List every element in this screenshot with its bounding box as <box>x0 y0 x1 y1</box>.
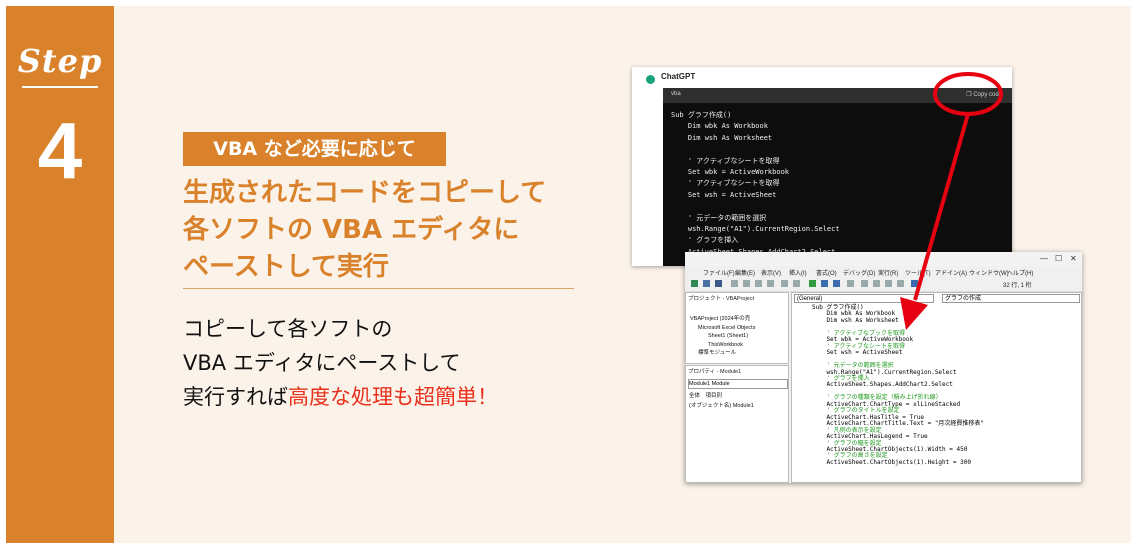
menu-edit[interactable]: 編集(E) <box>735 268 755 277</box>
copy-code-label: Copy code <box>973 92 1002 98</box>
object-combo[interactable]: (General) <box>794 294 934 303</box>
copy-code-button[interactable]: ❐ Copy code <box>966 91 1002 98</box>
design-mode-icon[interactable] <box>847 280 854 287</box>
vbe-titlebar: — ☐ ✕ <box>685 252 1082 266</box>
properties-icon[interactable] <box>873 280 880 287</box>
body-line-2: VBA エディタにペーストして <box>183 351 461 375</box>
chatgpt-title: ChatGPT <box>661 72 696 81</box>
body-line-3: 実行すれば高度な処理も超簡単！ <box>183 380 603 414</box>
close-icon[interactable]: ✕ <box>1070 254 1077 263</box>
insert-icon[interactable] <box>703 280 710 287</box>
step-sidebar: Step 4 <box>6 6 114 543</box>
property-value: Module1 <box>732 403 754 409</box>
chatgpt-logo-icon <box>646 75 655 84</box>
tree-item-sheet1[interactable]: Sheet1 (Sheet1) <box>690 332 755 341</box>
section-tag: VBA など必要に応じて <box>183 132 446 166</box>
toolbox-icon[interactable] <box>897 280 904 287</box>
code-lines: Sub グラフ作成() Dim wbk As Workbook Dim wsh … <box>671 110 840 258</box>
heading-line-2: 各ソフトの VBA エディタに <box>183 215 520 245</box>
code-line: wsh.Range("A1").CurrentRegion.Select <box>671 225 840 234</box>
code-line: ' アクティブなシートを取得 <box>671 179 780 188</box>
tree-item-modules[interactable]: 標準モジュール <box>690 349 755 358</box>
body-line-3-prefix: 実行すれば <box>183 385 288 409</box>
menu-window[interactable]: ウィンドウ(W) <box>969 268 1009 277</box>
excel-icon[interactable] <box>691 280 698 287</box>
menu-run[interactable]: 実行(R) <box>878 268 898 277</box>
body-line-1: コピーして各ソフトの <box>183 317 393 341</box>
code-line: ' アクティブなシートを取得 <box>671 156 780 165</box>
body-text: コピーして各ソフトの VBA エディタにペーストして 実行すれば高度な処理も超簡… <box>183 312 603 414</box>
code-line: Set wbk = ActiveWorkbook <box>671 168 790 177</box>
menu-format[interactable]: 書式(O) <box>816 268 837 277</box>
heading-line-1: 生成されたコードをコピーして <box>183 178 547 208</box>
properties-tabs: 全体 項目別 <box>689 391 722 399</box>
tree-item-project[interactable]: VBAProject (2024年の売 <box>690 315 755 324</box>
tab-categorized[interactable]: 項目別 <box>706 393 723 399</box>
code-line: Sub グラフ作成() <box>671 111 732 119</box>
code-line: Dim wsh As Worksheet <box>671 133 773 142</box>
property-key: (オブジェクト名) <box>689 403 732 409</box>
heading-divider <box>183 288 574 289</box>
code-block: vba ❐ Copy code Sub グラフ作成() Dim wbk As W… <box>663 88 1012 266</box>
tree-item-excel-objects[interactable]: Microsoft Excel Objects <box>690 324 755 333</box>
menu-tools[interactable]: ツール(T) <box>905 268 931 277</box>
vba-editor-window: — ☐ ✕ ファイル(F) 編集(E) 表示(V) 挿入(I) 書式(O) デバ… <box>685 252 1082 483</box>
code-editor-lines[interactable]: Sub グラフ作成() Dim wbk As Workbook Dim wsh … <box>812 304 984 466</box>
minimize-icon[interactable]: — <box>1040 254 1048 263</box>
object-browser-icon[interactable] <box>885 280 892 287</box>
properties-window: プロパティ - Module1 Module1 Module 全体 項目別 (オ… <box>685 365 789 483</box>
code-line: ' グラフを挿入 <box>671 236 739 245</box>
step-label: Step <box>17 42 103 80</box>
run-icon[interactable] <box>809 280 816 287</box>
paste-icon[interactable] <box>755 280 762 287</box>
stop-icon[interactable] <box>833 280 840 287</box>
menu-help[interactable]: ヘルプ(H) <box>1007 268 1033 277</box>
menu-addins[interactable]: アドイン(A) <box>935 268 967 277</box>
undo-icon[interactable] <box>781 280 788 287</box>
heading-line-3: ペーストして実行 <box>183 252 389 282</box>
code-line: ActiveSheet.ChartObjects(1).Height = 300 <box>812 458 971 466</box>
code-line: ' 元データの範囲を選択 <box>671 213 767 222</box>
project-tree: VBAProject (2024年の売 Microsoft Excel Obje… <box>690 315 755 358</box>
code-block-header: vba ❐ Copy code <box>663 88 1012 103</box>
help-icon[interactable] <box>911 280 918 287</box>
maximize-icon[interactable]: ☐ <box>1055 254 1062 263</box>
step-number: 4 <box>37 106 83 195</box>
menu-view[interactable]: 表示(V) <box>761 268 781 277</box>
code-window[interactable]: (General) グラフの作成 Sub グラフ作成() Dim wbk As … <box>791 292 1082 483</box>
code-line: Set wsh = ActiveSheet <box>671 190 777 199</box>
pause-icon[interactable] <box>821 280 828 287</box>
save-icon[interactable] <box>715 280 722 287</box>
procedure-combo[interactable]: グラフの作成 <box>942 294 1080 303</box>
menu-insert[interactable]: 挿入(I) <box>789 268 807 277</box>
project-explorer-icon[interactable] <box>861 280 868 287</box>
tree-item-thisworkbook[interactable]: ThisWorkbook <box>690 341 755 350</box>
cut-icon[interactable] <box>731 280 738 287</box>
menu-file[interactable]: ファイル(F) <box>703 268 735 277</box>
project-explorer: プロジェクト - VBAProject VBAProject (2024年の売 … <box>685 292 789 364</box>
code-line: Dim wbk As Workbook <box>671 122 768 131</box>
body-highlight: 高度な処理も超簡単！ <box>288 385 498 409</box>
properties-object-select[interactable]: Module1 Module <box>688 379 788 389</box>
properties-title: プロパティ - Module1 <box>688 369 742 375</box>
vbe-menubar: ファイル(F) 編集(E) 表示(V) 挿入(I) 書式(O) デバッグ(D) … <box>685 266 1082 278</box>
tab-alphabetic[interactable]: 全体 <box>689 393 700 399</box>
redo-icon[interactable] <box>793 280 800 287</box>
cursor-position: 32 行, 1 桁 <box>1003 283 1032 289</box>
step-divider <box>22 86 98 88</box>
find-icon[interactable] <box>767 280 774 287</box>
menu-debug[interactable]: デバッグ(D) <box>843 268 875 277</box>
copy-icon[interactable] <box>743 280 750 287</box>
page-heading: 生成されたコードをコピーして 各ソフトの VBA エディタに ペーストして実行 <box>183 175 583 286</box>
property-row-name[interactable]: (オブジェクト名) Module1 <box>689 401 754 409</box>
project-explorer-title: プロジェクト - VBAProject <box>688 296 755 302</box>
code-language: vba <box>671 91 681 97</box>
chatgpt-window: ChatGPT vba ❐ Copy code Sub グラフ作成() Dim … <box>632 67 1012 266</box>
